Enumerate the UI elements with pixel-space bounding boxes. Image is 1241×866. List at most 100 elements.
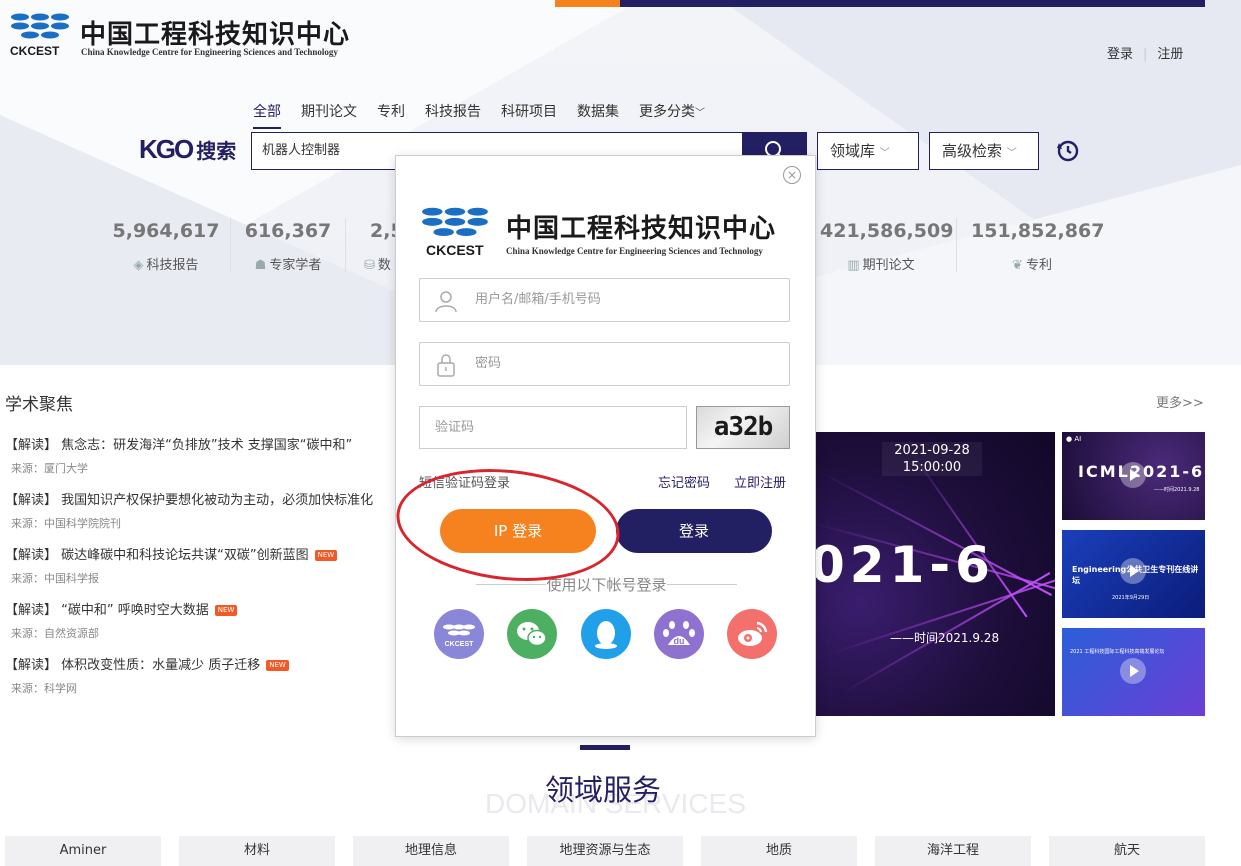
stat-label: 期刊论文	[862, 258, 915, 273]
thumb-subtitle: 2021年9月29日	[1112, 595, 1150, 601]
qq-icon[interactable]	[581, 609, 631, 659]
close-icon[interactable]: ×	[783, 166, 801, 184]
login-modal: × CKCEST 中国工程科技知识中心 China Knowledge Cent…	[395, 155, 816, 737]
news-title[interactable]: 【解读】 我国知识产权保护要想化被动为主动，必须加快标准化	[5, 489, 405, 508]
tab-more-label: 更多分类	[639, 104, 695, 120]
tab-tech-report[interactable]: 科技报告	[425, 101, 481, 129]
login-link[interactable]: 登录	[1107, 47, 1133, 62]
video-thumbnail[interactable]: ● AI ICML2021-6 ——时间2021.9.28	[1062, 432, 1205, 520]
advanced-search-select[interactable]: 高级检索 ﹀	[929, 132, 1039, 170]
chevron-down-icon: ﹀	[1006, 148, 1017, 159]
login-button[interactable]: 登录	[616, 509, 772, 553]
forgot-password-link[interactable]: 忘记密码	[658, 472, 710, 491]
register-link[interactable]: 注册	[1157, 47, 1183, 62]
list-item[interactable]: 【解读】 我国知识产权保护要想化被动为主动，必须加快标准化 来源：中国科学院院刊	[5, 489, 405, 544]
domain-item-georesources[interactable]: 地理资源与生态	[527, 836, 683, 866]
news-title[interactable]: 【解读】 焦念志：研发海洋“负排放”技术 支撑国家“碳中和”	[5, 434, 405, 453]
list-item[interactable]: 【解读】 “碳中和” 呼唤时空大数据 NEW 来源：自然资源部	[5, 599, 405, 654]
tab-patent[interactable]: 专利	[377, 101, 405, 129]
section-divider	[580, 745, 630, 750]
stat-patent[interactable]: 151,852,867 ❦ 专利	[971, 220, 1105, 273]
banner-caption: ——时间2021.9.28	[890, 631, 1000, 645]
banner-headline: 021-6	[812, 536, 995, 594]
lock-icon	[437, 354, 455, 377]
list-item[interactable]: 【解读】 碳达峰碳中和科技论坛共谋“双碳”创新蓝图 NEW 来源：中国科学报	[5, 544, 405, 599]
tab-research-project[interactable]: 科研项目	[501, 101, 557, 129]
stat-divider	[956, 218, 957, 272]
play-icon	[1120, 462, 1146, 488]
stat-label: 专家学者	[269, 258, 322, 273]
other-accounts-label: 使用以下帐号登录	[546, 576, 667, 594]
patent-icon: ❦	[1012, 258, 1023, 273]
tab-journal[interactable]: 期刊论文	[301, 101, 357, 129]
search-tabs: 全部 期刊论文 专利 科技报告 科研项目 数据集 更多分类﹀	[253, 101, 705, 129]
tab-dataset[interactable]: 数据集	[577, 101, 619, 129]
tab-more-categories[interactable]: 更多分类﹀	[639, 101, 705, 129]
tab-all[interactable]: 全部	[253, 101, 281, 129]
new-badge: NEW	[266, 660, 289, 671]
weibo-icon[interactable]	[727, 609, 777, 659]
baidu-icon[interactable]: du	[654, 609, 704, 659]
database-icon: ⛁	[364, 258, 375, 273]
ckcest-login-icon[interactable]: CKCEST	[434, 609, 484, 659]
list-item[interactable]: 【解读】 焦念志：研发海洋“负排放”技术 支撑国家“碳中和” 来源：厦门大学	[5, 434, 405, 489]
banner-time: 15:00:00	[902, 460, 962, 475]
user-icon	[435, 291, 457, 313]
news-title[interactable]: 【解读】 “碳中和” 呼唤时空大数据	[5, 603, 209, 618]
ip-login-button[interactable]: IP 登录	[440, 509, 596, 553]
new-badge: NEW	[314, 550, 338, 561]
wechat-icon[interactable]	[507, 609, 557, 659]
thumb-badge: ● AI	[1066, 435, 1082, 443]
academic-news-list: 【解读】 焦念志：研发海洋“负排放”技术 支撑国家“碳中和” 来源：厦门大学 【…	[5, 434, 405, 709]
news-title[interactable]: 【解读】 体积改变性质：水量减少 质子迁移	[5, 658, 260, 673]
domain-item-geoinfo[interactable]: 地理信息	[353, 836, 509, 866]
captcha-image[interactable]: a32b	[696, 406, 790, 449]
domain-library-label: 领域库	[830, 142, 876, 160]
stat-value: 151,852,867	[971, 220, 1105, 242]
auth-links: 登录 | 注册	[1107, 47, 1184, 62]
captcha-placeholder: 验证码	[435, 420, 475, 435]
event-banner[interactable]: 2021-09-28 15:00:00 021-6 ——时间2021.9.28	[812, 432, 1055, 716]
stat-tech-report[interactable]: 5,964,617 ◈ 科技报告	[106, 220, 226, 273]
stat-journal[interactable]: 421,586,509 ▥ 期刊论文	[820, 220, 953, 273]
stat-value: 5,964,617	[112, 220, 220, 242]
ckcest-logo-icon	[422, 207, 488, 237]
password-placeholder: 密码	[475, 356, 502, 371]
domain-library-select[interactable]: 领域库 ﹀	[817, 132, 919, 170]
domain-services-title: 领域服务	[545, 773, 662, 807]
logo-chinese-name: 中国工程科技知识中心	[506, 214, 777, 244]
domain-item-materials[interactable]: 材料	[179, 836, 335, 866]
advanced-search-label: 高级检索	[942, 142, 1003, 160]
password-field[interactable]: 密码	[419, 342, 790, 386]
list-item[interactable]: 【解读】 体积改变性质：水量减少 质子迁移 NEW 来源：科学网	[5, 654, 405, 709]
more-link[interactable]: 更多>>	[1156, 392, 1204, 411]
stat-data[interactable]: 2,5 ⛁ 数	[330, 220, 404, 273]
logo-abbreviation: CKCEST	[426, 242, 484, 258]
sms-login-link[interactable]: 短信验证码登录	[419, 472, 510, 491]
thumb-subtitle: ——时间2021.9.28	[1154, 487, 1200, 493]
domain-item-ocean-engineering[interactable]: 海洋工程	[875, 836, 1031, 866]
domain-item-aminer[interactable]: Aminer	[5, 836, 161, 866]
history-icon[interactable]	[1056, 139, 1080, 163]
kgo-brand-cn: 搜索	[196, 139, 237, 163]
domain-item-geology[interactable]: 地质	[701, 836, 857, 866]
register-now-link[interactable]: 立即注册	[734, 472, 786, 491]
news-source: 来源：厦门大学	[11, 462, 88, 475]
captcha-field[interactable]: 验证码	[419, 406, 687, 449]
username-field[interactable]: 用户名/邮箱/手机号码	[419, 278, 790, 322]
news-source: 来源：中国科学院院刊	[11, 517, 121, 530]
domain-item-aerospace[interactable]: 航天	[1049, 836, 1205, 866]
stat-label: 数	[377, 258, 391, 273]
news-source: 来源：科学网	[11, 682, 77, 695]
news-title[interactable]: 【解读】 碳达峰碳中和科技论坛共谋“双碳”创新蓝图	[5, 548, 309, 563]
banner-datetime: 2021-09-28 15:00:00	[882, 442, 982, 476]
svg-text:CKCEST: CKCEST	[445, 641, 475, 648]
play-icon	[1120, 658, 1146, 684]
scholar-icon: ☗	[254, 258, 267, 273]
logo-chinese-name: 中国工程科技知识中心	[80, 20, 351, 50]
captcha-text: a32b	[713, 412, 774, 442]
stat-label: 科技报告	[146, 258, 199, 273]
video-thumbnail[interactable]: Engineering公共卫生专刊在线讲坛 2021年9月29日	[1062, 530, 1205, 618]
video-thumbnail[interactable]: 2021 工程科技国际工程科技高端发展论坛	[1062, 628, 1205, 716]
chevron-down-icon: ﹀	[695, 108, 705, 119]
